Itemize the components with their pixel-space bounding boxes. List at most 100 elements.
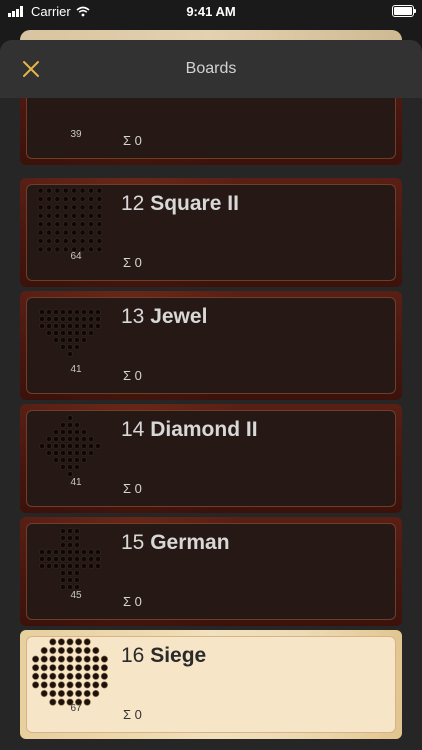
peg-hole	[95, 316, 101, 322]
sum-symbol: Σ	[123, 707, 132, 722]
peg-hole	[53, 337, 59, 343]
peg-hole	[32, 672, 40, 680]
peg-hole	[62, 204, 69, 211]
peg-hole	[74, 443, 80, 449]
peg-hole	[71, 187, 78, 194]
peg-hole	[67, 337, 73, 343]
sum-value: 0	[134, 133, 142, 148]
battery-icon	[392, 5, 416, 17]
peg-hole	[81, 316, 87, 322]
peg-hole	[71, 229, 78, 236]
peg-hole	[40, 681, 48, 689]
board-card-diamond-ii[interactable]: 41 14 Diamond II Σ 0	[20, 404, 402, 513]
peg-hole	[60, 457, 66, 463]
sum-label: Σ 0	[123, 133, 142, 148]
peg-hole	[81, 330, 87, 336]
peg-hole	[53, 450, 59, 456]
peg-count: 39	[70, 129, 82, 140]
status-bar: Carrier 9:41 AM	[0, 0, 422, 24]
peg-hole	[49, 672, 57, 680]
peg-hole	[53, 309, 59, 315]
peg-hole	[81, 443, 87, 449]
peg-hole	[37, 196, 44, 202]
peg-hole	[79, 229, 86, 236]
peg-hole	[74, 563, 80, 569]
peg-hole	[74, 577, 80, 583]
peg-hole	[40, 664, 48, 672]
peg-hole	[46, 309, 52, 315]
peg-hole	[74, 323, 80, 329]
peg-hole	[53, 436, 59, 442]
peg-hole	[60, 422, 66, 428]
peg-hole	[79, 221, 86, 228]
peg-hole	[71, 238, 78, 244]
peg-hole	[39, 549, 45, 555]
sum-symbol: Σ	[123, 481, 132, 496]
board-name: Siege	[150, 644, 207, 667]
peg-hole	[46, 330, 52, 336]
peg-hole	[88, 316, 94, 322]
peg-hole	[67, 436, 73, 442]
peg-hole	[88, 212, 94, 219]
peg-hole	[62, 196, 69, 202]
peg-hole	[46, 549, 52, 555]
peg-hole	[39, 443, 45, 449]
peg-hole	[79, 238, 86, 244]
peg-hole	[81, 450, 87, 456]
board-card-jewel[interactable]: 41 13 Jewel Σ 0	[20, 291, 402, 400]
peg-hole	[67, 429, 73, 435]
peg-hole	[57, 638, 65, 646]
sum-label: Σ 0	[123, 368, 142, 383]
peg-hole	[67, 563, 73, 569]
peg-hole	[60, 450, 66, 456]
peg-hole	[32, 681, 40, 689]
peg-hole	[100, 681, 108, 689]
peg-hole	[67, 556, 73, 562]
peg-hole	[54, 229, 61, 236]
peg-hole	[74, 429, 80, 435]
peg-hole	[53, 323, 59, 329]
peg-hole	[32, 655, 40, 663]
peg-hole	[46, 450, 52, 456]
peg-hole	[66, 655, 74, 663]
peg-hole	[88, 238, 94, 244]
peg-hole	[66, 672, 74, 680]
peg-hole	[54, 238, 61, 244]
peg-hole	[67, 450, 73, 456]
peg-hole	[96, 212, 103, 219]
peg-hole	[54, 187, 61, 194]
peg-hole	[37, 246, 44, 253]
peg-hole	[60, 464, 66, 470]
peg-hole	[49, 647, 57, 655]
peg-hole	[37, 238, 44, 244]
peg-hole	[67, 577, 73, 583]
board-list[interactable]: 39 Σ 0 64 12 Square II Σ 0 41 13 Jewel Σ…	[0, 56, 422, 750]
board-card-square-ii[interactable]: 64 12 Square II Σ 0	[20, 178, 402, 287]
board-name: Square II	[150, 192, 239, 215]
board-number: 16	[121, 644, 145, 667]
peg-hole	[96, 204, 103, 211]
peg-hole	[54, 221, 61, 228]
peg-hole	[75, 689, 83, 697]
peg-hole	[67, 528, 73, 534]
peg-hole	[57, 681, 65, 689]
peg-hole	[67, 344, 73, 350]
peg-hole	[53, 457, 59, 463]
peg-hole	[79, 212, 86, 219]
peg-hole	[60, 556, 66, 562]
peg-hole	[39, 323, 45, 329]
board-card-siege[interactable]: 67 16 Siege Σ 0	[20, 630, 402, 739]
peg-hole	[53, 549, 59, 555]
peg-hole	[71, 196, 78, 202]
peg-hole	[74, 422, 80, 428]
board-number: 12	[121, 192, 145, 215]
peg-hole	[74, 316, 80, 322]
peg-hole	[46, 563, 52, 569]
peg-hole	[83, 655, 91, 663]
peg-hole	[60, 535, 66, 541]
peg-hole	[40, 655, 48, 663]
peg-hole	[75, 655, 83, 663]
board-card-german[interactable]: 45 15 German Σ 0	[20, 517, 402, 626]
peg-hole	[60, 309, 66, 315]
board-name: German	[150, 531, 230, 554]
